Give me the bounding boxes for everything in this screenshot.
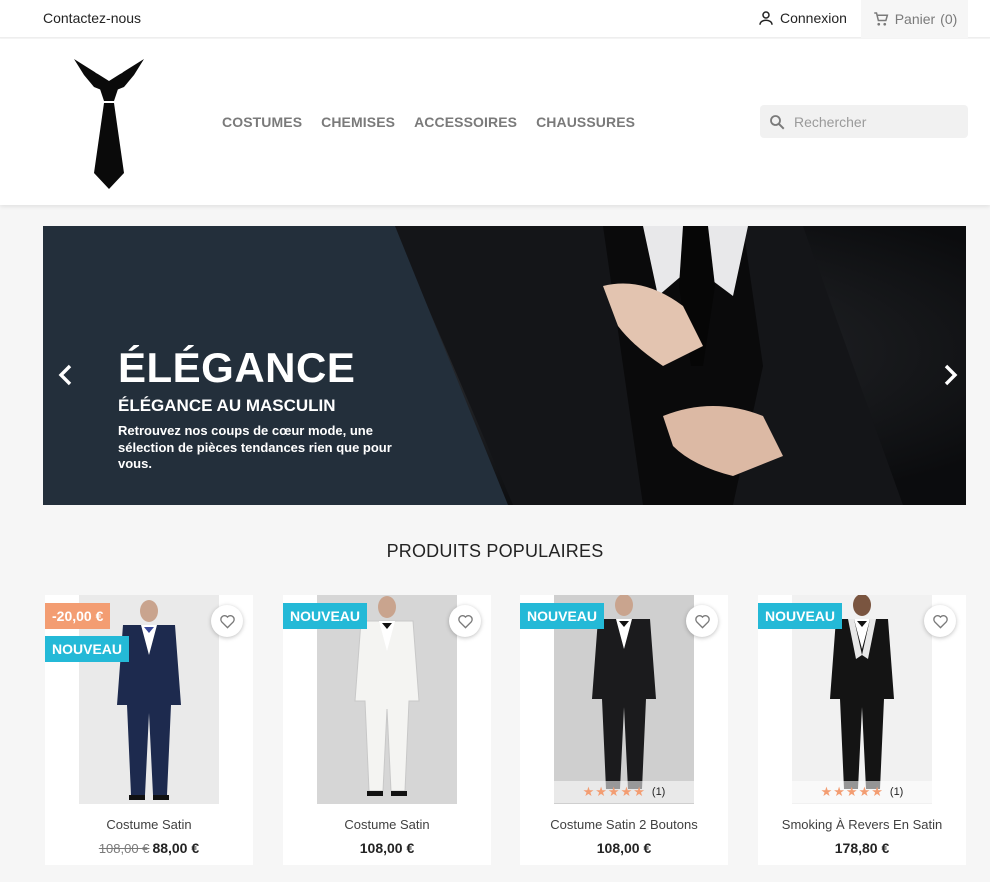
- rating-bar: ★★★★★ (1): [792, 781, 932, 803]
- product-name[interactable]: Costume Satin 2 Boutons: [520, 817, 728, 832]
- slide-title: ÉLÉGANCE: [118, 344, 356, 391]
- tie-logo[interactable]: [72, 55, 146, 189]
- nav-costumes[interactable]: COSTUMES: [222, 114, 302, 130]
- main-nav: COSTUMES CHEMISES ACCESSOIRES CHAUSSURES: [222, 114, 635, 130]
- product-price: 88,00 €: [152, 840, 200, 856]
- cart-button[interactable]: Panier (0): [861, 0, 968, 38]
- contact-link[interactable]: Contactez-nous: [43, 10, 141, 26]
- new-badge: NOUVEAU: [283, 603, 368, 629]
- old-price: 108,00 €: [98, 841, 150, 856]
- login-link[interactable]: Connexion: [757, 9, 847, 27]
- rating-count: (1): [889, 786, 904, 798]
- product-price: 178,80 €: [834, 840, 890, 856]
- search-icon: [770, 114, 785, 129]
- product-name[interactable]: Costume Satin: [283, 817, 491, 832]
- nav-chaussures[interactable]: CHAUSSURES: [536, 114, 635, 130]
- search-input[interactable]: [794, 113, 954, 130]
- cart-label: Panier: [894, 11, 936, 27]
- discount-badge: -20,00 €: [45, 603, 111, 629]
- product-card[interactable]: NOUVEAU Costume Satin 108,00 €: [283, 595, 491, 865]
- section-title: PRODUITS POPULAIRES: [386, 541, 604, 561]
- product-card[interactable]: ★★★★★ (1) NOUVEAU Smoking À Revers En Sa…: [758, 595, 966, 865]
- new-badge: NOUVEAU: [45, 636, 130, 662]
- user-icon: [759, 11, 773, 25]
- login-label: Connexion: [780, 10, 847, 26]
- wishlist-button[interactable]: [924, 605, 956, 637]
- heart-icon: [694, 614, 710, 629]
- slide-subtitle: ÉLÉGANCE AU MASCULIN: [118, 396, 336, 415]
- top-bar: Contactez-nous Connexion Panier (0): [0, 0, 990, 38]
- cart-count: (0): [940, 11, 958, 27]
- wishlist-button[interactable]: [686, 605, 718, 637]
- heart-icon: [457, 614, 473, 629]
- nav-chemises[interactable]: CHEMISES: [321, 114, 395, 130]
- cart-icon: [873, 12, 889, 26]
- star-rating-icon: ★★★★★: [582, 784, 646, 799]
- product-price-block: 108,00 €88,00 €: [45, 840, 253, 856]
- wishlist-button[interactable]: [449, 605, 481, 637]
- star-rating-icon: ★★★★★: [820, 784, 884, 799]
- product-name[interactable]: Costume Satin: [45, 817, 253, 832]
- header: COSTUMES CHEMISES ACCESSOIRES CHAUSSURES: [0, 39, 990, 205]
- heart-icon: [932, 614, 948, 629]
- nav-accessoires[interactable]: ACCESSOIRES: [414, 114, 517, 130]
- product-name[interactable]: Smoking À Revers En Satin: [758, 817, 966, 832]
- product-price: 108,00 €: [596, 840, 652, 856]
- slider-next-icon[interactable]: [939, 362, 961, 388]
- product-price: 108,00 €: [359, 840, 415, 856]
- slider-prev-icon[interactable]: [55, 362, 77, 388]
- hero-slider: ÉLÉGANCE ÉLÉGANCE AU MASCULIN Retrouvez …: [43, 226, 966, 505]
- new-badge: NOUVEAU: [520, 603, 605, 629]
- product-card[interactable]: ★★★★★ (1) NOUVEAU Costume Satin 2 Bouton…: [520, 595, 728, 865]
- slide-text: Retrouvez nos coups de cœur mode, une sé…: [118, 423, 392, 471]
- rating-count: (1): [651, 786, 666, 798]
- new-badge: NOUVEAU: [758, 603, 843, 629]
- search-box: [760, 105, 968, 138]
- product-card[interactable]: -20,00 € NOUVEAU Costume Satin 108,00 €8…: [45, 595, 253, 865]
- wishlist-button[interactable]: [211, 605, 243, 637]
- rating-bar: ★★★★★ (1): [554, 781, 694, 803]
- heart-icon: [219, 614, 235, 629]
